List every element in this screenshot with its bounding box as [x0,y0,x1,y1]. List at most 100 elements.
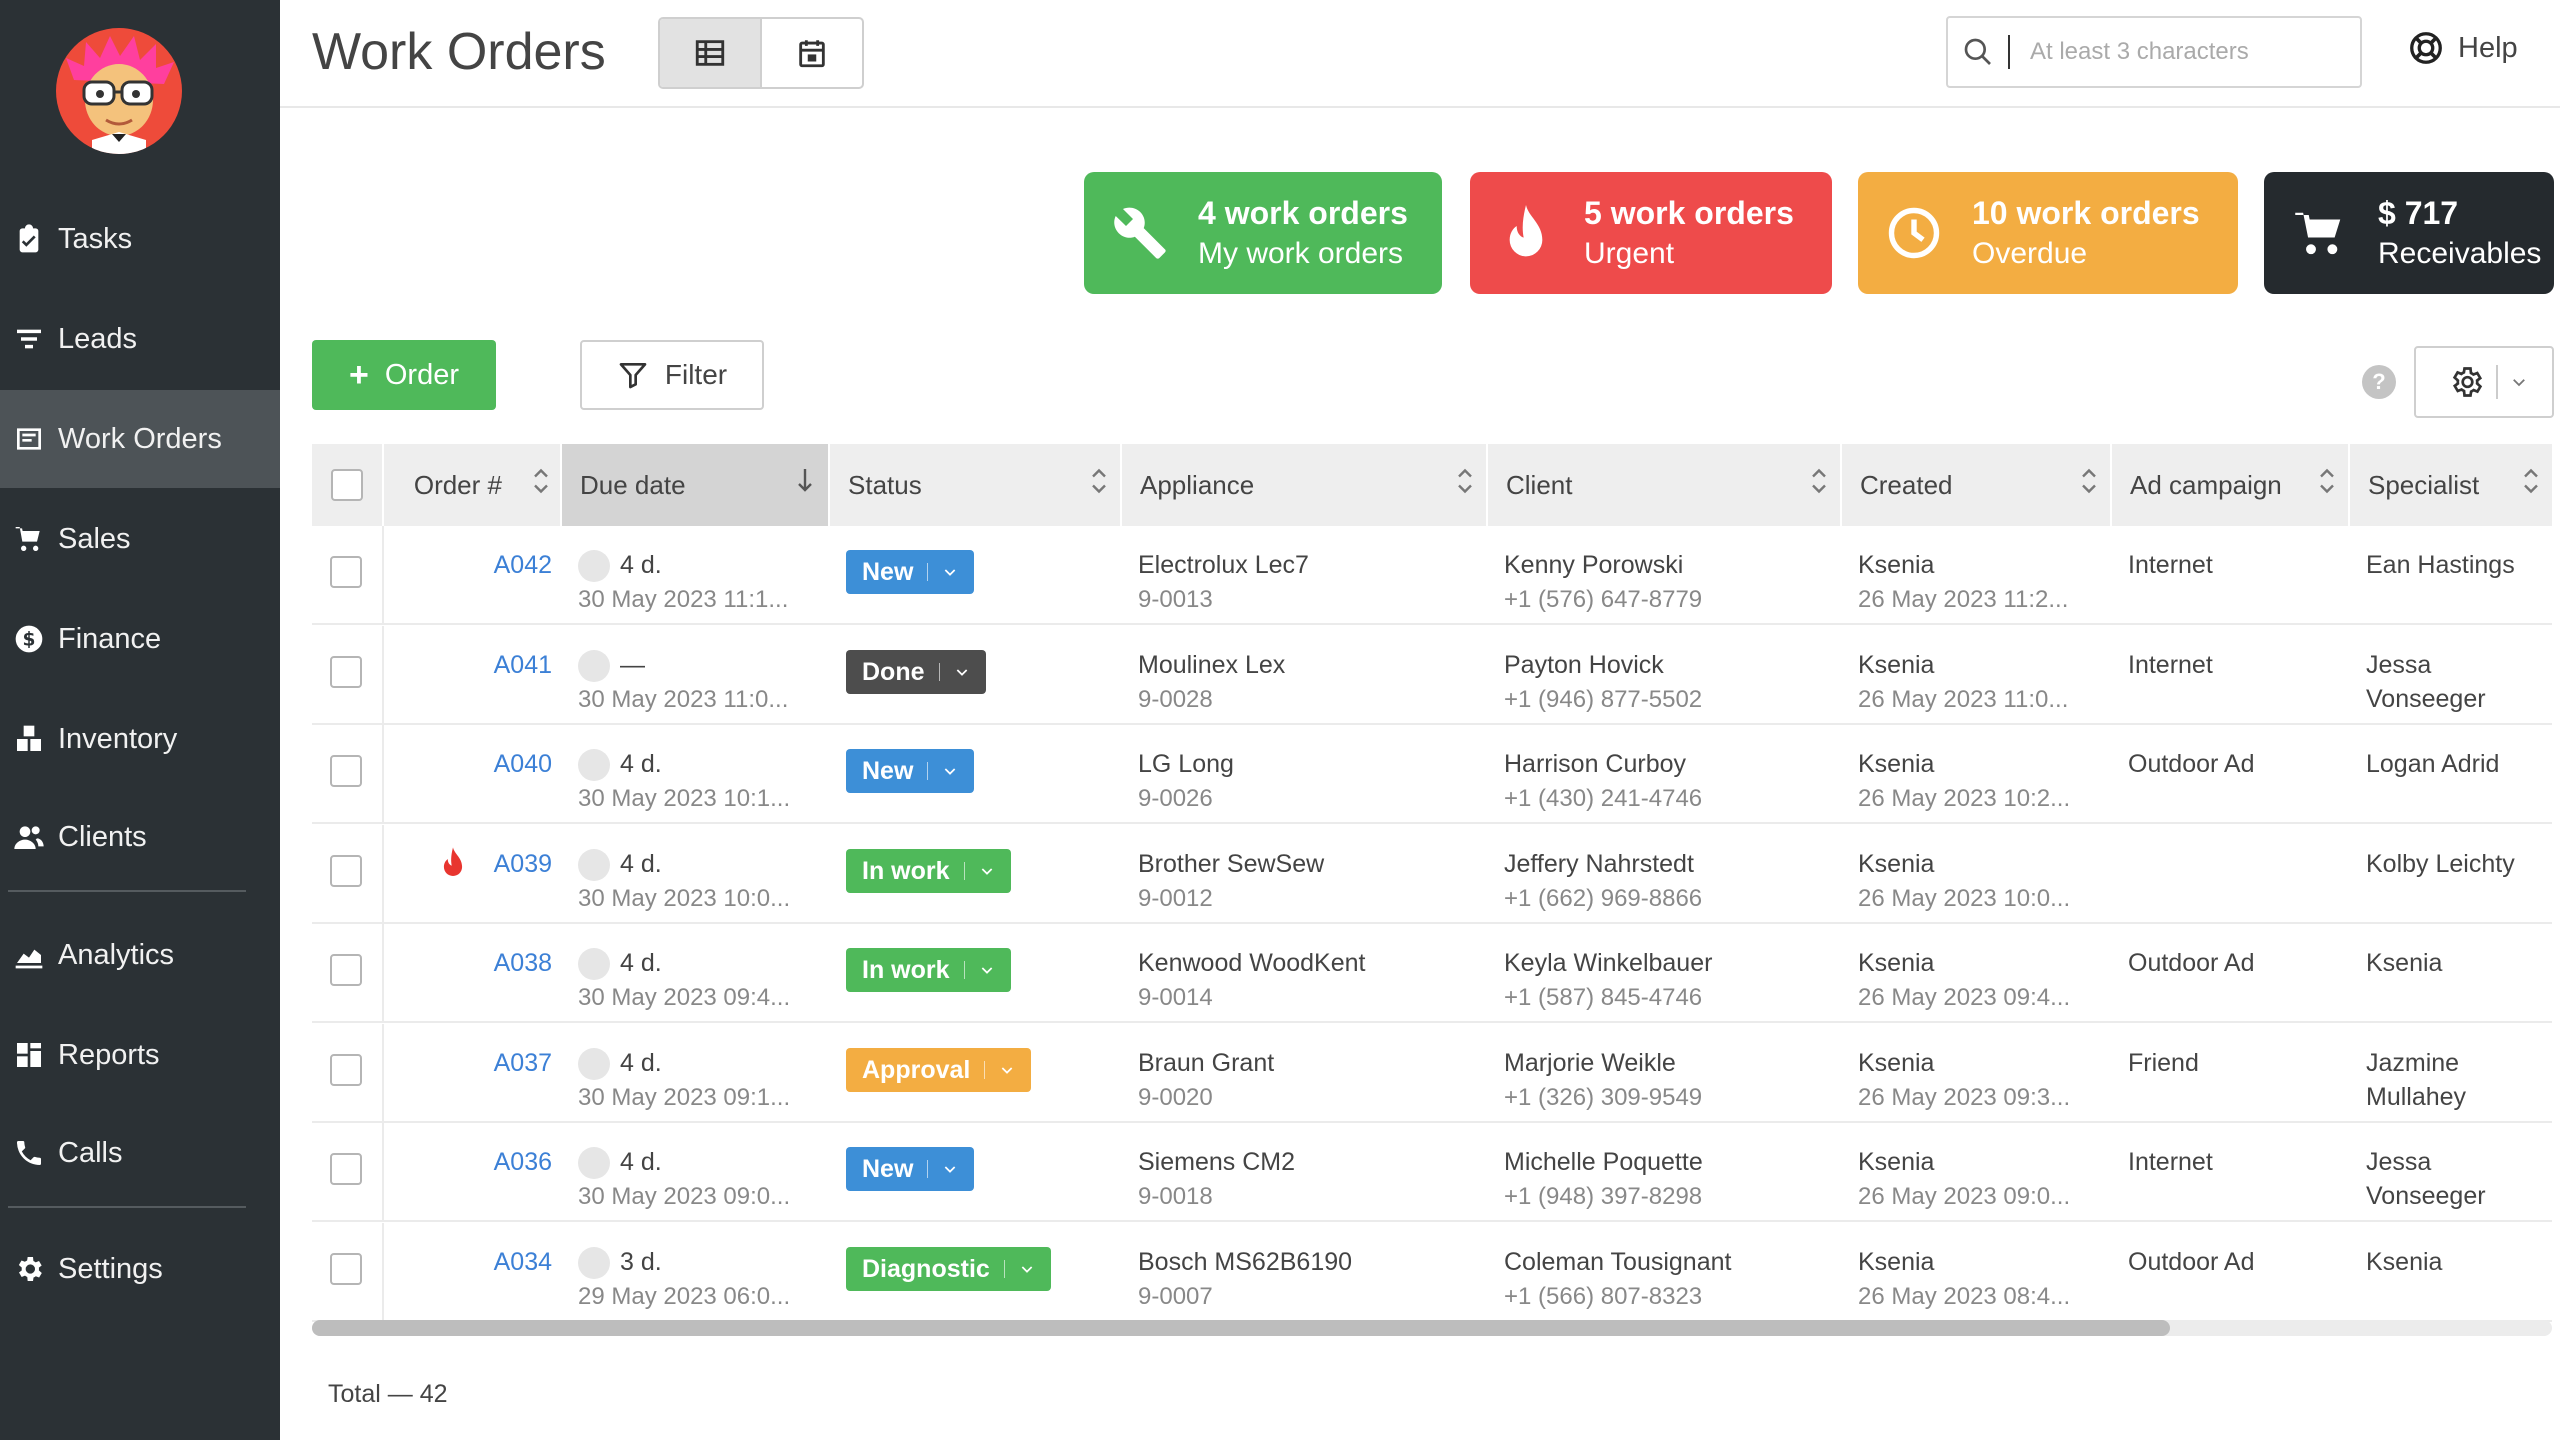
order-number-link[interactable]: A036 [494,1148,552,1176]
help-link[interactable]: Help [2408,30,2518,66]
row-checkbox[interactable] [330,655,362,688]
row-checkbox[interactable] [330,755,362,787]
status-dropdown[interactable]: New [846,1147,975,1191]
specialist-name: Jessa [2366,1148,2432,1176]
my-work-orders-card[interactable]: 4 work orders My work orders [1084,172,1442,294]
order-number-link[interactable]: A042 [494,551,552,579]
client-phone[interactable]: +1 (946) 877-5502 [1504,686,1702,713]
horizontal-scrollbar[interactable] [312,1320,2552,1336]
search-input[interactable] [2030,38,2330,66]
client-phone[interactable]: +1 (576) 647-8779 [1504,586,1702,613]
avatar[interactable] [56,28,182,154]
filter-button[interactable]: Filter [580,340,764,410]
table-row[interactable]: A040 4 d. 30 May 2023 10:1... New LG Long 9-0… [312,725,2552,824]
order-number-link[interactable]: A038 [494,949,552,977]
client-name[interactable]: Marjorie Weikle [1504,1049,1676,1077]
sort-icon [1458,468,1472,494]
search-icon [1948,36,2008,68]
urgent-card[interactable]: 5 work orders Urgent [1470,172,1832,294]
status-dropdown[interactable]: Approval [846,1047,1032,1092]
page-title: Work Orders [312,23,606,81]
order-number-link[interactable]: A040 [494,750,552,778]
column-header-status[interactable]: Status [830,444,1120,526]
column-header-created[interactable]: Created [1842,444,2110,526]
table-row[interactable]: A036 4 d. 30 May 2023 09:0... New Siemens CM… [312,1123,2552,1222]
created-cell: Ksenia 26 May 2023 10:0... [1858,847,2108,916]
column-header-client[interactable]: Client [1488,444,1840,526]
ad-campaign-cell: Outdoor Ad [2128,949,2255,977]
view-toggle [658,17,864,89]
due-date: 30 May 2023 10:0... [578,884,791,912]
column-header-order[interactable]: Order # [384,444,562,526]
sidebar-item-work-orders[interactable]: Work Orders [0,390,280,488]
column-header-appliance[interactable]: Appliance [1122,444,1486,526]
client-name[interactable]: Michelle Poquette [1504,1148,1703,1176]
specialist-name: Jazmine [2366,1048,2460,1077]
client-name[interactable]: Harrison Curboy [1504,750,1686,778]
sidebar-item-tasks[interactable]: Tasks [0,190,280,288]
order-number-cell: A038 [384,946,552,980]
status-dropdown[interactable]: Done [846,649,986,694]
status-dropdown[interactable]: New [846,749,975,793]
created-cell: Ksenia 26 May 2023 09:0... [1858,1145,2108,1214]
sidebar-item-analytics[interactable]: Analytics [0,906,280,1004]
row-checkbox[interactable] [330,854,362,887]
sidebar-item-settings[interactable]: Settings [0,1220,280,1318]
created-by: Ksenia [1858,849,1935,878]
sidebar-item-label: Settings [58,1252,163,1285]
client-phone[interactable]: +1 (662) 969-8866 [1504,885,1702,912]
sidebar-item-sales[interactable]: Sales [0,490,280,588]
sidebar-item-leads[interactable]: Leads [0,290,280,388]
status-dropdown[interactable]: In work [846,948,1011,992]
client-phone[interactable]: +1 (430) 241-4746 [1504,785,1702,812]
sidebar-item-reports[interactable]: Reports [0,1006,280,1104]
status-dropdown[interactable]: New [846,550,975,594]
row-checkbox[interactable] [330,1053,362,1086]
sidebar-item-calls[interactable]: Calls [0,1104,280,1202]
receivables-card[interactable]: $ 717 Receivables [2264,172,2554,294]
client-name[interactable]: Kenny Porowski [1504,551,1683,579]
table-row[interactable]: A039 4 d. 30 May 2023 10:0... In work Brothe… [312,824,2552,924]
table-row[interactable]: A034 3 d. 29 May 2023 06:0... Diagnostic Bos… [312,1222,2552,1322]
created-by: Ksenia [1858,650,1935,679]
reports-icon [10,1036,48,1074]
status-dropdown[interactable]: In work [846,848,1011,893]
order-number-link[interactable]: A041 [494,651,552,679]
row-checkbox[interactable] [330,1252,362,1285]
client-name[interactable]: Payton Hovick [1504,651,1664,679]
table-settings-button[interactable] [2414,346,2554,418]
row-checkbox[interactable] [330,1153,362,1185]
sidebar-item-clients[interactable]: Clients [0,788,280,886]
client-name[interactable]: Keyla Winkelbauer [1504,949,1712,977]
add-order-button[interactable]: + Order [312,340,496,410]
client-phone[interactable]: +1 (566) 807-8323 [1504,1283,1702,1310]
table-row[interactable]: A041 — 30 May 2023 11:0... Done Moulinex Lex… [312,625,2552,725]
column-header-specialist[interactable]: Specialist [2350,444,2552,526]
column-header-ad-campaign[interactable]: Ad campaign [2112,444,2348,526]
table-row[interactable]: A042 4 d. 30 May 2023 11:1... New Electrolux… [312,526,2552,625]
order-number-link[interactable]: A039 [494,850,552,878]
scrollbar-thumb[interactable] [312,1320,2170,1336]
status-label: Approval [862,1055,971,1084]
client-name[interactable]: Jeffery Nahrstedt [1504,850,1694,878]
sidebar-item-finance[interactable]: $ Finance [0,590,280,688]
status-dropdown[interactable]: Diagnostic [846,1246,1051,1291]
table-row[interactable]: A037 4 d. 30 May 2023 09:1... Approval Braun… [312,1023,2552,1123]
order-number-link[interactable]: A037 [494,1049,552,1077]
overdue-card[interactable]: 10 work orders Overdue [1858,172,2238,294]
help-question-icon[interactable]: ? [2362,365,2396,399]
column-header-due-date[interactable]: Due date [562,444,828,526]
client-phone[interactable]: +1 (587) 845-4746 [1504,984,1702,1011]
client-phone[interactable]: +1 (326) 309-9549 [1504,1084,1702,1111]
sidebar-item-inventory[interactable]: Inventory [0,690,280,788]
card-label: Overdue [1972,237,2088,270]
row-checkbox[interactable] [330,556,362,588]
table-view-button[interactable] [660,19,760,87]
row-checkbox[interactable] [330,954,362,986]
calendar-view-button[interactable] [760,19,862,87]
client-name[interactable]: Coleman Tousignant [1504,1248,1731,1276]
client-phone[interactable]: +1 (948) 397-8298 [1504,1183,1702,1210]
table-row[interactable]: A038 4 d. 30 May 2023 09:4... In work Kenwoo… [312,924,2552,1023]
select-all-checkbox[interactable] [331,469,363,501]
order-number-link[interactable]: A034 [494,1248,552,1276]
